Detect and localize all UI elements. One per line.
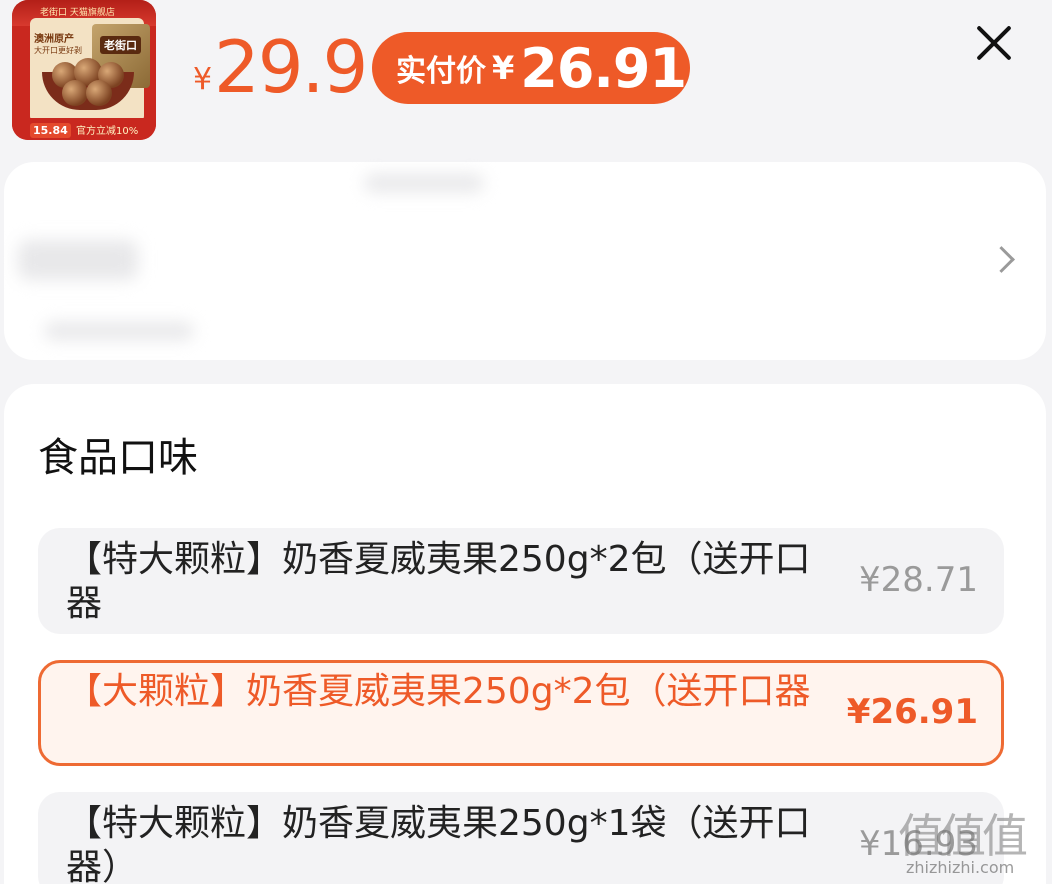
thumbnail-discount-tag: 官方立减10%	[76, 126, 139, 137]
flavor-option-selected[interactable]: 【大颗粒】奶香夏威夷果250g*2包（送开口器 ¥26.91	[38, 660, 1004, 766]
thumbnail-brand: 老街口	[100, 36, 141, 54]
nut-image	[86, 80, 112, 106]
address-card[interactable]	[4, 162, 1046, 360]
product-thumbnail[interactable]: 老街口 天猫旗舰店 老街口 澳洲原产 大开口更好剥 15.84 官方立减10%	[12, 0, 156, 140]
nut-image	[62, 80, 88, 106]
actual-price-currency: ¥	[492, 49, 515, 87]
flavor-option-price: ¥26.91	[846, 692, 978, 732]
watermark-logo: 值值值	[898, 809, 1028, 863]
flavor-option-label: 【特大颗粒】奶香夏威夷果250g*1袋（送开口器）	[66, 803, 811, 884]
sku-selector-sheet: 老街口 天猫旗舰店 老街口 澳洲原产 大开口更好剥 15.84 官方立减10% …	[0, 0, 1052, 884]
thumbnail-origin: 澳洲原产	[34, 34, 74, 45]
actual-price-badge: 实付价 ¥ 26.91	[372, 32, 690, 104]
flavor-option-label: 【大颗粒】奶香夏威夷果250g*2包（送开口器	[66, 671, 811, 712]
flavor-option[interactable]: 【特大颗粒】奶香夏威夷果250g*2包（送开口器 ¥28.71	[38, 528, 1004, 634]
flavor-option-price: ¥28.71	[859, 560, 978, 600]
list-price-currency: ¥	[193, 62, 213, 97]
flavor-option-label: 【特大颗粒】奶香夏威夷果250g*2包（送开口器	[66, 539, 811, 624]
chevron-right-icon[interactable]	[988, 244, 1018, 274]
thumbnail-tagline: 大开口更好剥	[34, 46, 82, 55]
list-price: 29.9	[214, 25, 368, 109]
thumbnail-price: 15.84	[30, 123, 71, 138]
actual-price-label: 实付价	[396, 54, 486, 89]
flavor-section-title: 食品口味	[38, 435, 198, 481]
blurred-content	[44, 322, 194, 340]
flavor-option[interactable]: 【特大颗粒】奶香夏威夷果250g*1袋（送开口器） ¥16.93	[38, 792, 1004, 884]
close-icon[interactable]	[972, 20, 1016, 64]
watermark-url: zhizhizhi.com	[906, 858, 1015, 877]
site-watermark: 值值值 zhizhizhi.com	[872, 800, 1048, 884]
actual-price-value: 26.91	[520, 36, 687, 100]
blurred-content	[364, 174, 484, 192]
blurred-content	[18, 240, 138, 280]
